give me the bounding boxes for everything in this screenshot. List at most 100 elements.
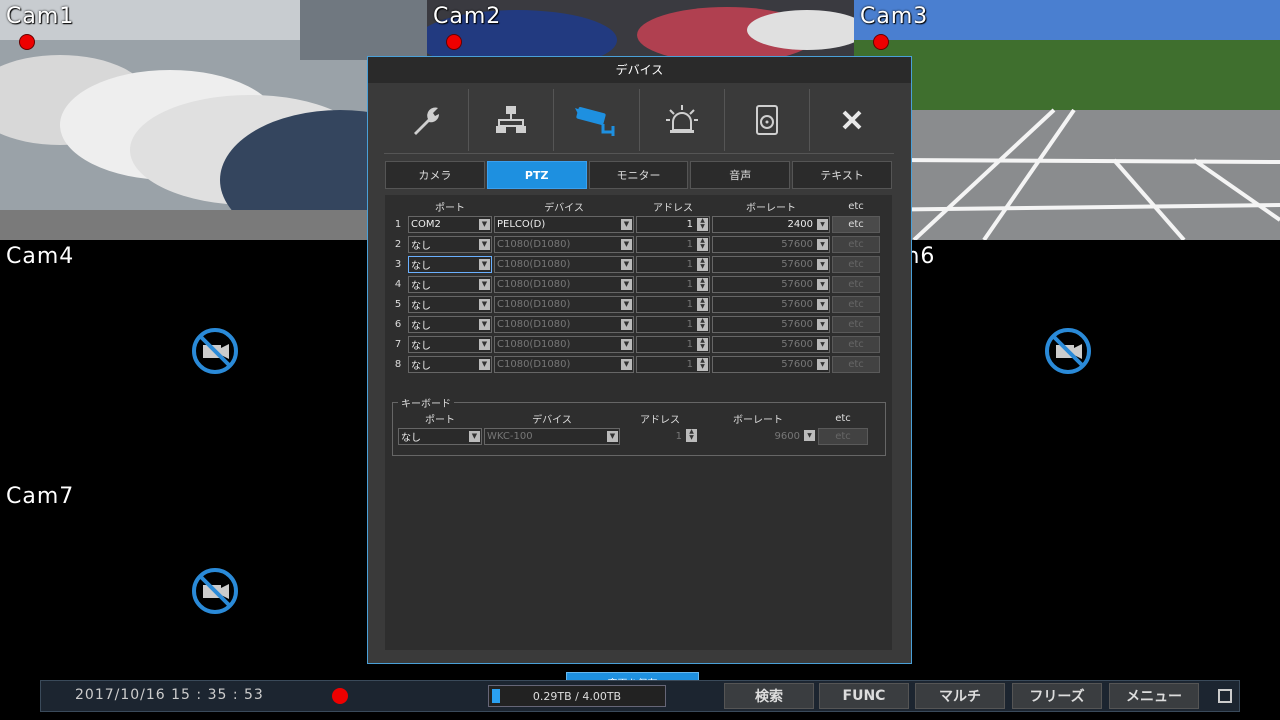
close-icon[interactable] — [810, 89, 894, 151]
address-stepper[interactable]: 1 ▲ ▼ — [636, 295, 710, 313]
stepper-icon: ▲ ▼ — [697, 357, 708, 371]
func-button[interactable]: FUNC — [819, 683, 909, 709]
baudrate-select[interactable]: 57600 ▼ — [712, 335, 830, 353]
chevron-down-icon: ▼ — [479, 238, 490, 250]
no-camera-icon — [192, 568, 238, 614]
kbd-header-device: デバイス — [532, 415, 572, 426]
kbd-baudrate-select[interactable]: 9600 ▼ — [700, 428, 816, 445]
address-stepper[interactable]: 1 ▲ ▼ — [636, 355, 710, 373]
device-select[interactable]: C1080(D1080) ▼ — [494, 315, 634, 333]
address-value: 1 — [686, 338, 693, 350]
recording-indicator — [19, 34, 35, 50]
freeze-button[interactable]: フリーズ — [1012, 683, 1102, 709]
baudrate-select[interactable]: 57600 ▼ — [712, 355, 830, 373]
menu-button[interactable]: メニュー — [1109, 683, 1199, 709]
row-number: 5 — [394, 298, 402, 310]
etc-button[interactable]: etc — [832, 275, 880, 293]
divider — [384, 153, 894, 154]
kbd-address-stepper[interactable]: 1 ▲ ▼ — [622, 428, 698, 445]
camera-icon[interactable] — [554, 89, 640, 151]
table-row: 7 なし ▼ C1080(D1080) ▼ 1 ▲ ▼ 57600 ▼ etc — [389, 334, 881, 354]
device-value: C1080(D1080) — [497, 258, 571, 270]
row-number: 3 — [394, 258, 402, 270]
etc-button[interactable]: etc — [832, 295, 880, 313]
tab-camera[interactable]: カメラ — [385, 161, 485, 189]
tab-ptz[interactable]: PTZ — [486, 161, 587, 189]
baudrate-select[interactable]: 2400 ▼ — [712, 215, 830, 233]
etc-button[interactable]: etc — [832, 335, 880, 353]
address-stepper[interactable]: 1 ▲ ▼ — [636, 235, 710, 253]
device-select[interactable]: C1080(D1080) ▼ — [494, 255, 634, 273]
device-select[interactable]: C1080(D1080) ▼ — [494, 355, 634, 373]
stepper-icon: ▲ ▼ — [697, 297, 708, 311]
search-button[interactable]: 検索 — [724, 683, 814, 709]
address-stepper[interactable]: 1 ▲ ▼ — [636, 275, 710, 293]
baudrate-value: 57600 — [781, 278, 813, 290]
device-select[interactable]: C1080(D1080) ▼ — [494, 235, 634, 253]
chevron-down-icon: ▼ — [817, 258, 828, 270]
baudrate-select[interactable]: 57600 ▼ — [712, 315, 830, 333]
camera-view-7[interactable]: Cam7 — [0, 480, 427, 675]
device-select[interactable]: C1080(D1080) ▼ — [494, 335, 634, 353]
address-stepper[interactable]: 1 ▲ ▼ — [636, 315, 710, 333]
baudrate-select[interactable]: 57600 ▼ — [712, 275, 830, 293]
port-select[interactable]: なし ▼ — [408, 335, 492, 353]
port-value: なし — [411, 300, 431, 312]
baudrate-value: 57600 — [781, 318, 813, 330]
device-select[interactable]: C1080(D1080) ▼ — [494, 295, 634, 313]
chevron-down-icon: ▼ — [607, 430, 618, 442]
address-stepper[interactable]: 1 ▲ ▼ — [636, 335, 710, 353]
port-select[interactable]: COM2 ▼ — [408, 215, 492, 233]
port-select[interactable]: なし ▼ — [408, 315, 492, 333]
camera-view-3[interactable]: Cam3 — [854, 0, 1280, 240]
row-number: 8 — [394, 358, 402, 370]
tab-audio[interactable]: 音声 — [690, 161, 791, 189]
port-select[interactable]: なし ▼ — [408, 235, 492, 253]
port-select[interactable]: なし ▼ — [408, 355, 492, 373]
address-stepper[interactable]: 1 ▲ ▼ — [636, 255, 710, 273]
etc-button[interactable]: etc — [832, 215, 880, 233]
multi-button[interactable]: マルチ — [915, 683, 1005, 709]
header-address: アドレス — [653, 203, 693, 214]
tab-text[interactable]: テキスト — [792, 161, 892, 189]
baudrate-select[interactable]: 57600 ▼ — [712, 255, 830, 273]
kbd-device-select[interactable]: WKC-100 ▼ — [484, 427, 620, 445]
chevron-down-icon: ▼ — [469, 430, 480, 442]
wrench-icon[interactable] — [384, 89, 470, 151]
kbd-address-value: 1 — [675, 430, 682, 442]
port-select[interactable]: なし ▼ — [408, 255, 492, 273]
table-row: 6 なし ▼ C1080(D1080) ▼ 1 ▲ ▼ 57600 ▼ etc — [389, 314, 881, 334]
etc-button[interactable]: etc — [832, 355, 880, 373]
dialog-title: デバイス — [368, 57, 911, 83]
baudrate-value: 57600 — [781, 338, 813, 350]
kbd-port-select[interactable]: なし ▼ — [398, 427, 482, 445]
port-value: なし — [411, 280, 431, 292]
port-select[interactable]: なし ▼ — [408, 275, 492, 293]
etc-button[interactable]: etc — [832, 315, 880, 333]
baudrate-select[interactable]: 57600 ▼ — [712, 295, 830, 313]
ptz-panel: ポート デバイス アドレス ボーレート etc 1 COM2 ▼ PELCO(D) ▼ 1… — [385, 195, 892, 692]
storage-usage-text: 0.29TB / 4.00TB — [532, 689, 622, 703]
port-value: なし — [411, 260, 431, 272]
header-etc: etc — [848, 201, 864, 212]
camera-view-4[interactable]: Cam4 — [0, 240, 427, 480]
etc-button[interactable]: etc — [832, 255, 880, 273]
etc-button[interactable]: etc — [832, 235, 880, 253]
camera-view-1[interactable]: Cam1 — [0, 0, 427, 240]
header-device: デバイス — [544, 203, 584, 214]
port-select[interactable]: なし ▼ — [408, 295, 492, 313]
fullscreen-toggle[interactable] — [1218, 689, 1232, 703]
kbd-etc-button[interactable]: etc — [818, 427, 868, 445]
tab-monitor[interactable]: モニター — [588, 161, 689, 189]
camera-view-6[interactable]: m6 — [854, 240, 1280, 480]
port-value: なし — [411, 360, 431, 372]
kbd-header-port: ポート — [425, 415, 455, 426]
network-icon[interactable] — [469, 89, 555, 151]
device-select[interactable]: PELCO(D) ▼ — [494, 215, 634, 233]
storage-icon[interactable] — [725, 89, 810, 151]
alarm-icon[interactable] — [640, 89, 725, 151]
device-select[interactable]: C1080(D1080) ▼ — [494, 275, 634, 293]
camera-label: Cam7 — [6, 484, 75, 509]
address-stepper[interactable]: 1 ▲ ▼ — [636, 215, 710, 233]
baudrate-select[interactable]: 57600 ▼ — [712, 235, 830, 253]
